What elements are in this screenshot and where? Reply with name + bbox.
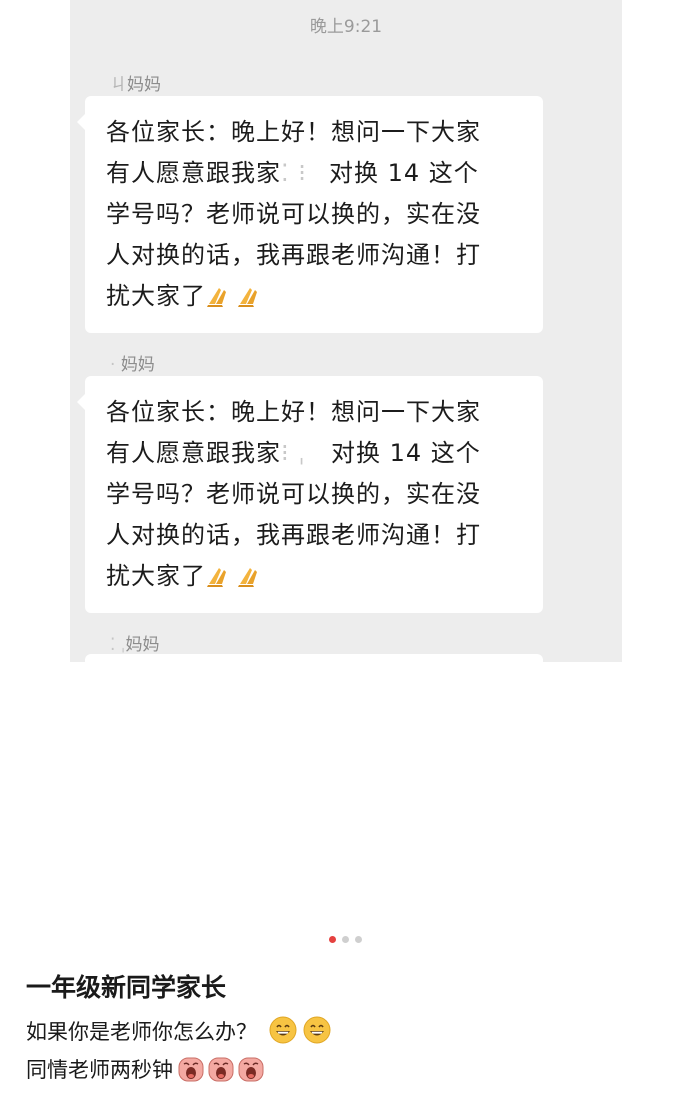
post-text-line: 如果你是老师你怎么办？: [26, 1015, 332, 1046]
message-bubble: 各位家长：晚上好！想问一下大家 有人愿意跟我家⁝ ˌ 对换 14 这个 学号吗？老…: [77, 376, 543, 613]
sender-name: ㄐ妈妈: [110, 75, 161, 95]
carousel-dot[interactable]: [354, 936, 362, 943]
post-text-line: 同情老师两秒钟: [26, 1054, 265, 1084]
pray-hands-icon: [238, 568, 257, 587]
post-title: 一年级新同学家长: [26, 973, 227, 1002]
crying-face-icon: [238, 1057, 264, 1082]
crying-face-icon: [178, 1057, 204, 1082]
pray-hands-icon: [207, 288, 226, 307]
grinning-face-icon: [303, 1016, 331, 1044]
pray-hands-icon: [207, 568, 226, 587]
chat-screenshot-image[interactable]: 晚上9:21 ㄐ妈妈 各位家长：晚上好！想问一下大家 有人愿意跟我家⁚ ⁝ 对换 …: [70, 0, 622, 662]
message-bubble: 各位家长：晚上好！想问一下大家 有人愿意跟我家⁚ ⁝ 对换 14 这个 学号吗？老…: [77, 96, 543, 333]
sender-name: · 妈妈: [110, 355, 155, 375]
grinning-face-icon: [269, 1016, 297, 1044]
crying-face-icon: [208, 1057, 234, 1082]
pray-hands-icon: [238, 288, 257, 307]
carousel-indicator: [0, 936, 690, 943]
sender-name: ⁚ ˌ妈妈: [110, 635, 160, 655]
post-page: 晚上9:21 ㄐ妈妈 各位家长：晚上好！想问一下大家 有人愿意跟我家⁚ ⁝ 对换 …: [0, 0, 690, 1108]
carousel-dot[interactable]: [341, 936, 349, 943]
carousel-dot-active[interactable]: [328, 936, 336, 943]
message-bubble: [85, 654, 543, 662]
chat-timestamp: 晚上9:21: [309, 17, 383, 37]
